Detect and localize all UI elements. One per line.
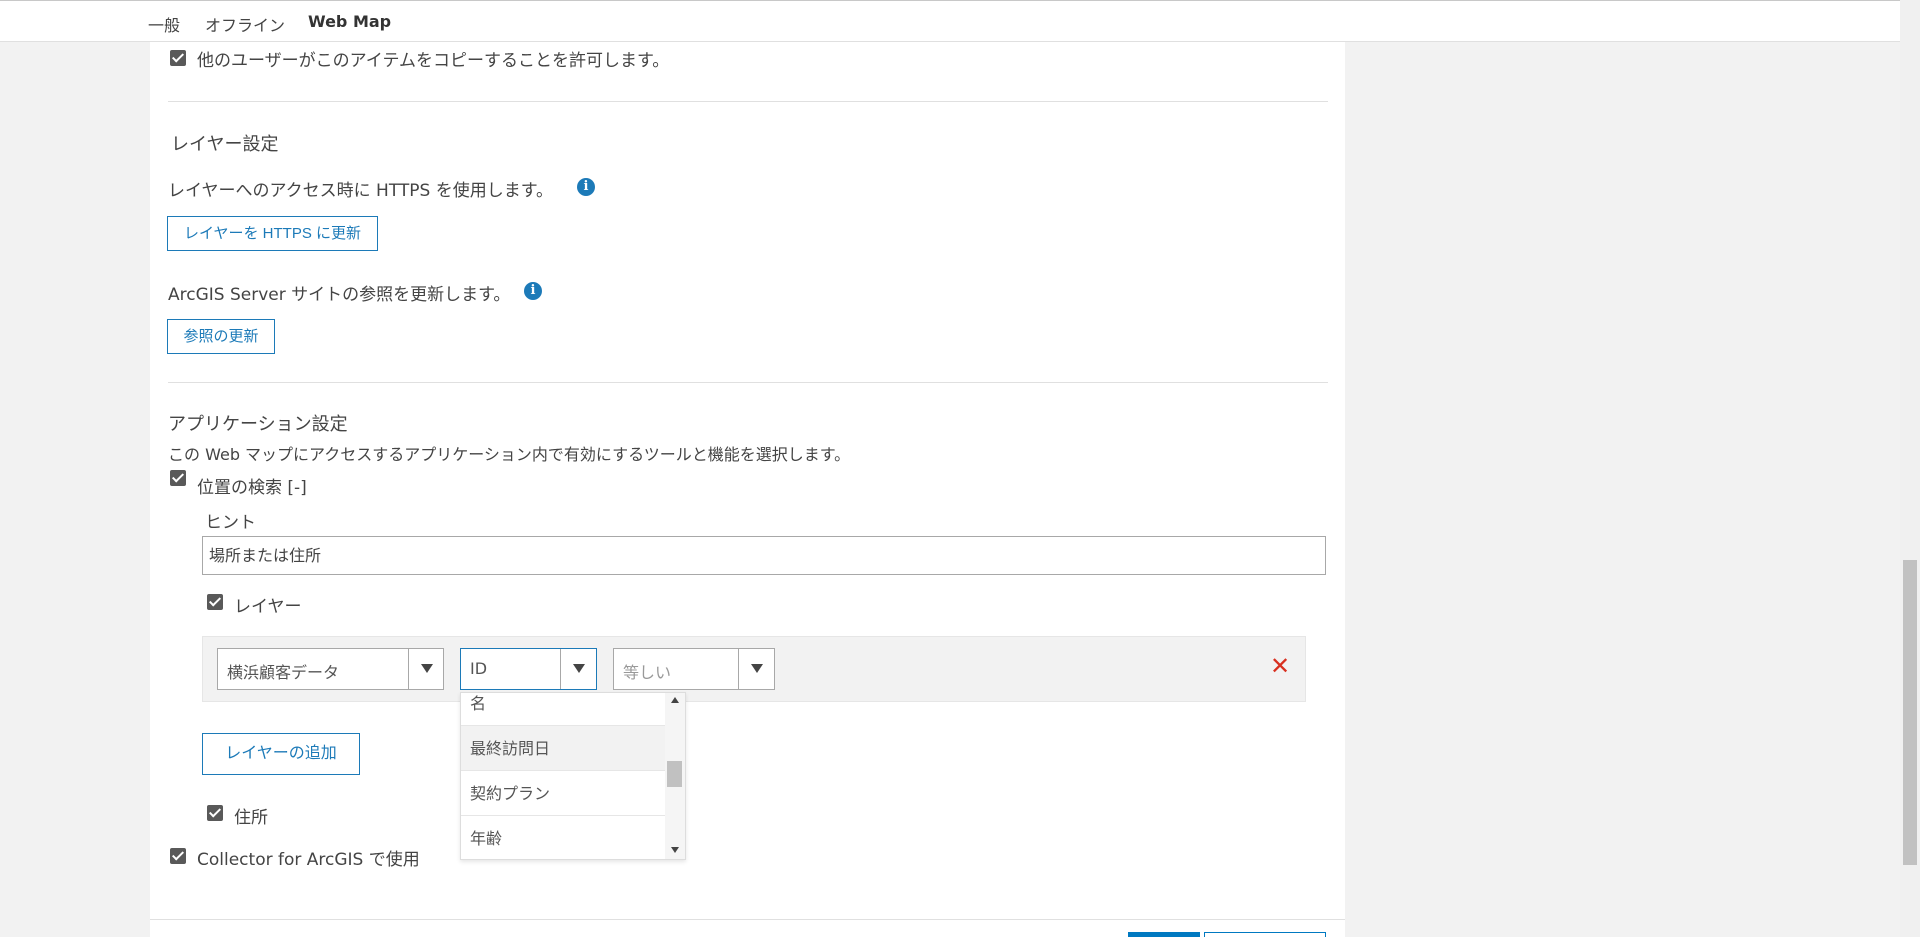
field-select[interactable]: ID bbox=[460, 648, 597, 690]
layer-checkbox[interactable] bbox=[207, 594, 223, 610]
server-description: ArcGIS Server サイトの参照を更新します。 bbox=[168, 285, 511, 305]
copy-permission-checkbox[interactable] bbox=[170, 50, 186, 66]
divider bbox=[168, 382, 1328, 383]
list-item[interactable]: 契約プラン bbox=[461, 771, 666, 816]
secondary-button[interactable] bbox=[1204, 932, 1326, 937]
hint-input[interactable]: 場所または住所 bbox=[202, 536, 1326, 575]
info-icon[interactable]: i bbox=[524, 282, 542, 300]
https-description: レイヤーへのアクセス時に HTTPS を使用します。 bbox=[168, 181, 554, 201]
select-separator bbox=[560, 649, 561, 689]
field-select-value: ID bbox=[470, 659, 488, 678]
divider bbox=[168, 101, 1328, 102]
copy-permission-label: 他のユーザーがこのアイテムをコピーすることを許可します。 bbox=[197, 51, 670, 71]
page-scrollbar-thumb[interactable] bbox=[1903, 560, 1917, 865]
list-item[interactable]: 最終訪問日 bbox=[461, 726, 666, 771]
settings-panel: 他のユーザーがこのアイテムをコピーすることを許可します。 レイヤー設定 レイヤー… bbox=[150, 42, 1345, 937]
field-dropdown-list: 名 最終訪問日 契約プラン 年齢 bbox=[460, 692, 686, 860]
scroll-down-icon[interactable] bbox=[671, 847, 679, 853]
app-settings-description: この Web マップにアクセスするアプリケーション内で有効にするツールと機能を選… bbox=[168, 445, 851, 464]
tab-general[interactable]: 一般 bbox=[148, 12, 180, 36]
app-settings-heading: アプリケーション設定 bbox=[168, 414, 348, 435]
layer-label: レイヤー bbox=[234, 597, 302, 617]
operator-select-value: 等しい bbox=[623, 663, 672, 682]
dropdown-scroll-thumb[interactable] bbox=[667, 761, 682, 787]
layer-select[interactable]: 横浜顧客データ bbox=[217, 648, 444, 690]
hint-label: ヒント bbox=[205, 513, 256, 533]
chevron-down-icon bbox=[421, 664, 433, 673]
select-separator bbox=[408, 649, 409, 689]
location-search-label: 位置の検索 [-] bbox=[197, 478, 307, 498]
list-item[interactable]: 年齢 bbox=[461, 816, 666, 859]
footer-divider bbox=[150, 919, 1345, 920]
tab-offline[interactable]: オフライン bbox=[205, 12, 285, 36]
collector-label: Collector for ArcGIS で使用 bbox=[197, 850, 420, 870]
operator-select[interactable]: 等しい bbox=[613, 648, 775, 690]
top-tab-bar: 一般 オフライン Web Map bbox=[0, 0, 1900, 42]
address-checkbox[interactable] bbox=[207, 805, 223, 821]
update-references-button[interactable]: 参照の更新 bbox=[167, 319, 275, 354]
tab-web-map[interactable]: Web Map bbox=[308, 12, 391, 31]
chevron-down-icon bbox=[751, 664, 763, 673]
scroll-up-icon[interactable] bbox=[671, 697, 679, 703]
dropdown-scrollbar[interactable] bbox=[665, 693, 685, 859]
add-layer-button[interactable]: レイヤーの追加 bbox=[202, 733, 360, 775]
layer-select-value: 横浜顧客データ bbox=[227, 663, 340, 682]
update-https-button[interactable]: レイヤーを HTTPS に更新 bbox=[167, 216, 378, 251]
list-item[interactable]: 名 bbox=[461, 693, 666, 726]
address-label: 住所 bbox=[234, 808, 268, 828]
location-search-checkbox[interactable] bbox=[170, 470, 186, 486]
select-separator bbox=[738, 649, 739, 689]
remove-icon[interactable]: ✕ bbox=[1270, 654, 1290, 678]
layer-search-row: 横浜顧客データ ID 等しい ✕ bbox=[202, 636, 1306, 702]
primary-button[interactable] bbox=[1128, 932, 1200, 937]
collector-checkbox[interactable] bbox=[170, 848, 186, 864]
info-icon[interactable]: i bbox=[577, 178, 595, 196]
layer-settings-heading: レイヤー設定 bbox=[171, 134, 279, 155]
chevron-down-icon bbox=[573, 664, 585, 673]
